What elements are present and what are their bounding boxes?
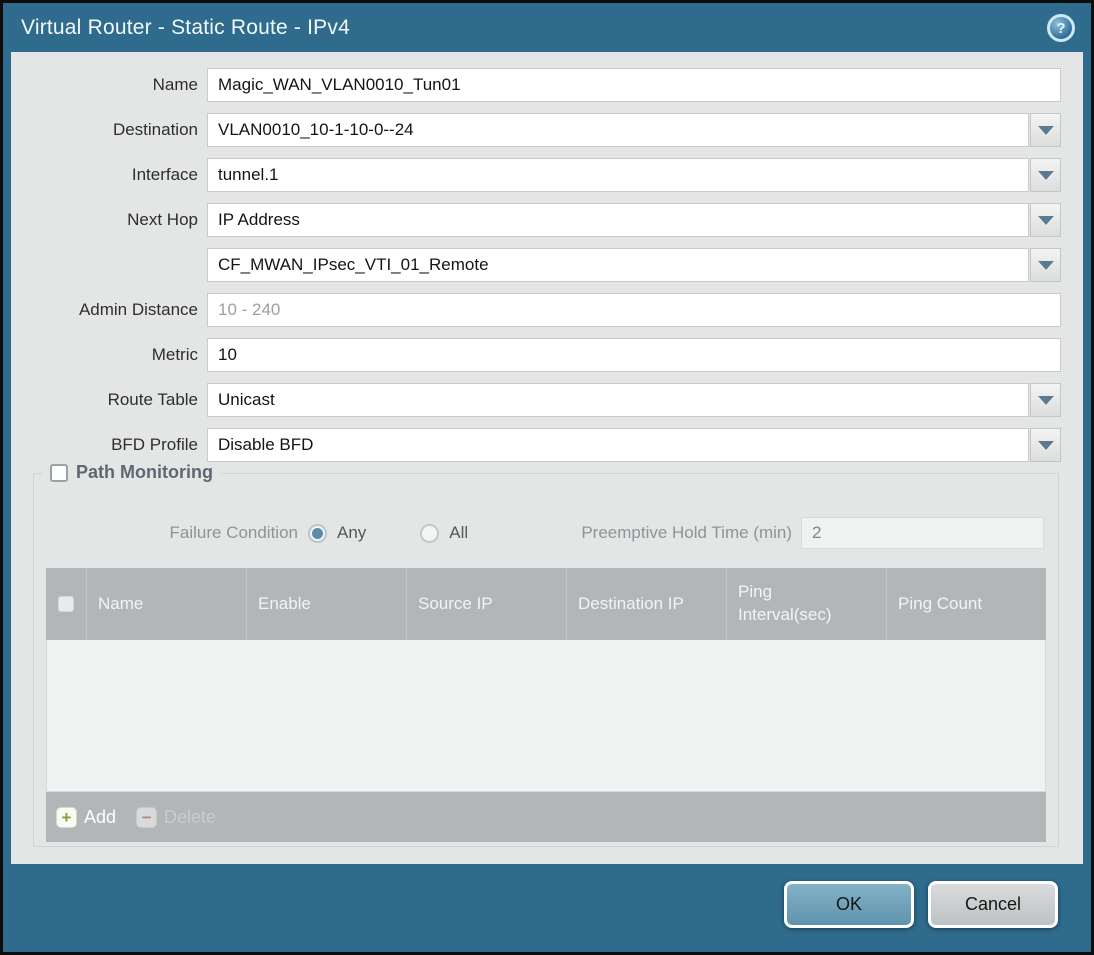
delete-button[interactable]: − Delete (136, 806, 217, 828)
destination-input[interactable] (207, 113, 1029, 147)
column-header-ping-interval[interactable]: Ping Interval(sec) (726, 568, 886, 640)
static-route-dialog: Virtual Router - Static Route - IPv4 ? N… (0, 0, 1094, 955)
column-header-source-ip[interactable]: Source IP (406, 568, 566, 640)
column-header-destination-ip[interactable]: Destination IP (566, 568, 726, 640)
failure-condition-row: Failure Condition Any All Preemptive Hol… (46, 516, 1044, 550)
chevron-down-icon (1037, 440, 1054, 450)
metric-label: Metric (151, 345, 198, 364)
select-all-checkbox[interactable] (58, 596, 74, 612)
radio-any-label: Any (337, 523, 367, 542)
destination-dropdown-button[interactable] (1030, 113, 1061, 147)
path-monitoring-checkbox[interactable] (50, 463, 68, 482)
field-row-admin-distance: Admin Distance (11, 293, 1061, 327)
field-row-metric: Metric (11, 338, 1061, 372)
route-table-dropdown-button[interactable] (1030, 383, 1061, 417)
chevron-down-icon (1037, 170, 1054, 180)
table-header-row: Name Enable Source IP Destination IP Pin… (46, 568, 1046, 640)
chevron-down-icon (1037, 215, 1054, 225)
column-header-ping-count[interactable]: Ping Count (886, 568, 1046, 640)
preemptive-hold-time-label: Preemptive Hold Time (min) (581, 523, 792, 542)
bfd-profile-input[interactable] (207, 428, 1029, 462)
name-label: Name (152, 75, 198, 94)
cancel-button[interactable]: Cancel (928, 881, 1058, 928)
dialog-title: Virtual Router - Static Route - IPv4 (21, 15, 350, 39)
minus-icon: − (136, 806, 158, 828)
field-row-route-table: Route Table (11, 383, 1061, 417)
failure-condition-radio-any[interactable]: Any (308, 523, 392, 543)
add-button[interactable]: + Add (56, 806, 117, 828)
ok-button[interactable]: OK (784, 881, 914, 928)
dialog-body: Name Destination Interface Next Hop (11, 52, 1083, 864)
chevron-down-icon (1037, 395, 1054, 405)
field-row-bfd-profile: BFD Profile (11, 428, 1061, 462)
delete-button-label: Delete (164, 806, 217, 827)
path-monitoring-title: Path Monitoring (76, 462, 213, 482)
admin-distance-label: Admin Distance (78, 300, 198, 319)
help-icon[interactable]: ? (1047, 14, 1075, 42)
preemptive-hold-time-input[interactable] (801, 517, 1044, 549)
radio-all-label: All (449, 523, 469, 542)
field-row-next-hop: Next Hop (11, 203, 1061, 237)
dialog-titlebar: Virtual Router - Static Route - IPv4 ? (3, 3, 1091, 52)
field-row-next-hop-address (11, 248, 1061, 282)
table-toolbar: + Add − Delete (46, 792, 1046, 842)
interface-dropdown-button[interactable] (1030, 158, 1061, 192)
next-hop-type-input[interactable] (207, 203, 1029, 237)
plus-icon: + (56, 806, 77, 828)
next-hop-type-dropdown-button[interactable] (1030, 203, 1061, 237)
failure-condition-radio-all[interactable]: All (420, 523, 494, 543)
chevron-down-icon (1037, 125, 1054, 135)
path-monitoring-table: Name Enable Source IP Destination IP Pin… (46, 568, 1046, 842)
add-button-label: Add (84, 806, 117, 827)
radio-any-icon[interactable] (308, 523, 327, 543)
dialog-footer: OK Cancel (3, 864, 1091, 952)
route-table-input[interactable] (207, 383, 1029, 417)
failure-condition-label: Failure Condition (169, 523, 298, 542)
bfd-profile-label: BFD Profile (111, 435, 198, 454)
field-row-interface: Interface (11, 158, 1061, 192)
interface-input[interactable] (207, 158, 1029, 192)
next-hop-address-dropdown-button[interactable] (1030, 248, 1061, 282)
column-header-enable[interactable]: Enable (246, 568, 406, 640)
route-table-label: Route Table (107, 390, 198, 409)
path-monitoring-section: Path Monitoring Failure Condition Any Al… (33, 462, 1059, 847)
path-monitoring-legend: Path Monitoring (42, 462, 221, 483)
interface-label: Interface (131, 165, 198, 184)
bfd-profile-dropdown-button[interactable] (1030, 428, 1061, 462)
metric-input[interactable] (207, 338, 1061, 372)
next-hop-address-input[interactable] (207, 248, 1029, 282)
table-select-all-cell (46, 568, 86, 640)
field-row-name: Name (11, 68, 1061, 102)
next-hop-label: Next Hop (127, 210, 198, 229)
table-empty-body (46, 640, 1046, 792)
column-header-name[interactable]: Name (86, 568, 246, 640)
name-input[interactable] (207, 68, 1061, 102)
chevron-down-icon (1037, 260, 1054, 270)
destination-label: Destination (112, 120, 198, 139)
radio-all-icon[interactable] (420, 523, 440, 543)
admin-distance-input[interactable] (207, 293, 1061, 327)
field-row-destination: Destination (11, 113, 1061, 147)
